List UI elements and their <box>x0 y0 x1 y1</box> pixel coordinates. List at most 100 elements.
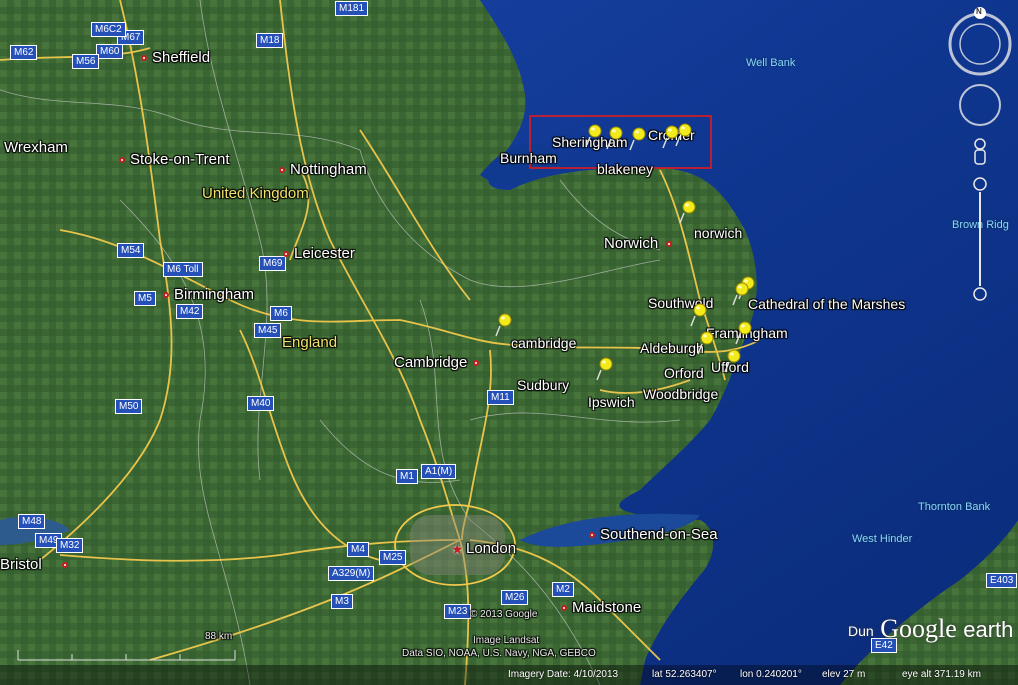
road-shield-m5: M5 <box>134 291 156 306</box>
road-shield-m56: M56 <box>72 54 100 69</box>
imagery-date: Imagery Date: 4/10/2013 <box>508 669 619 680</box>
sea-label-thornton-bank: Thornton Bank <box>918 501 991 513</box>
copyright-text: © 2013 Google <box>470 609 538 620</box>
sea-label-well-bank: Well Bank <box>746 57 796 69</box>
city-marker-icon <box>561 605 567 611</box>
elevation-readout: elev 27 m <box>822 669 866 680</box>
pushpin-icon[interactable] <box>605 125 625 151</box>
data-credits: Data SIO, NOAA, U.S. Navy, NGA, GEBCO <box>402 648 596 659</box>
compass-north-letter: N <box>976 7 982 16</box>
street-view-pegman[interactable] <box>970 138 990 170</box>
road-shield-m26: M26 <box>501 590 529 605</box>
pushpin-icon[interactable] <box>494 312 514 338</box>
road-shield-m11: M11 <box>487 390 514 405</box>
city-label-maidstone[interactable]: Maidstone <box>572 600 641 615</box>
pushpin-icon[interactable] <box>674 122 694 148</box>
city-label-cambridge[interactable]: Cambridge <box>394 355 467 370</box>
city-marker-icon <box>163 292 169 298</box>
sea-label-west-hinder: West Hinder <box>852 533 913 545</box>
city-label-norwich[interactable]: Norwich <box>604 236 658 251</box>
road-shield-m42: M42 <box>176 304 204 319</box>
road-shield-m1: M1 <box>396 469 418 484</box>
compass-icon <box>948 7 1012 76</box>
google-earth-logo: Dun Google earth <box>848 614 1013 644</box>
placemark-label-cambridge[interactable]: cambridge <box>511 336 576 350</box>
pushpin-icon[interactable] <box>696 330 716 356</box>
city-label-birmingham[interactable]: Birmingham <box>174 287 254 302</box>
placemark-label-aldeburgh[interactable]: Aldeburgh <box>640 341 704 355</box>
placemark-label-burnham[interactable]: Burnham <box>500 151 557 165</box>
logo-city-fragment: Dun <box>848 623 874 640</box>
road-shield-m3: M3 <box>331 594 353 609</box>
pushpin-icon[interactable] <box>723 348 743 374</box>
city-marker-icon <box>119 157 125 163</box>
road-shield-m18: M18 <box>256 33 284 48</box>
placemark-label-cathedral-of-the-marshes[interactable]: Cathedral of the Marshes <box>748 297 905 311</box>
placemark-label-woodbridge[interactable]: Woodbridge <box>643 387 718 401</box>
road-shield-m6: M6 <box>270 306 292 321</box>
road-shield-m60: M60 <box>96 44 124 59</box>
road-shield-m32: M32 <box>56 538 84 553</box>
road-shield-a1-m: A1(M) <box>421 464 457 479</box>
city-marker-icon <box>61 562 68 568</box>
city-marker-icon <box>589 532 595 538</box>
road-shield-m2: M2 <box>552 582 574 597</box>
pushpin-icon[interactable] <box>678 199 698 225</box>
city-marker-icon <box>141 55 147 61</box>
road-shield-m40: M40 <box>247 396 275 411</box>
region-label-england: England <box>282 334 338 351</box>
city-label-bristol[interactable]: Bristol <box>0 557 42 572</box>
road-shield-m6-toll: M6 Toll <box>163 262 203 277</box>
road-shield-m69: M69 <box>259 256 287 271</box>
placemark-label-blakeney[interactable]: blakeney <box>597 162 653 176</box>
road-shield-m50: M50 <box>115 399 143 414</box>
look-joystick[interactable] <box>958 83 1002 127</box>
city-marker-icon <box>279 167 285 173</box>
placemark-label-orford[interactable]: Orford <box>664 366 704 380</box>
logo-product: earth <box>963 617 1014 642</box>
zoom-slider-icon <box>973 177 987 301</box>
city-label-sheffield[interactable]: Sheffield <box>152 50 210 65</box>
pushpin-icon[interactable] <box>628 126 648 152</box>
latitude-readout: lat 52.263407° <box>652 669 717 680</box>
city-label-wrexham[interactable]: Wrexham <box>4 140 68 155</box>
look-joystick-icon <box>959 84 1001 126</box>
zoom-slider[interactable] <box>972 176 988 302</box>
compass-control[interactable]: N <box>948 6 1012 76</box>
placemark-label-norwich[interactable]: norwich <box>694 226 742 240</box>
road-shield-a329-m: A329(M) <box>328 566 375 581</box>
placemark-label-ipswich[interactable]: Ipswich <box>588 395 635 409</box>
status-bar: Imagery Date: 4/10/2013 lat 52.263407° l… <box>0 665 1018 685</box>
pushpin-icon[interactable] <box>595 356 615 382</box>
city-label-stoke-on-trent[interactable]: Stoke-on-Trent <box>130 152 230 167</box>
scale-label: 88 km <box>205 631 233 642</box>
region-label-united-kingdom: United Kingdom <box>202 185 309 202</box>
road-shield-m48: M48 <box>18 514 46 529</box>
imagery-provider: Image Landsat <box>473 635 540 646</box>
city-label-london[interactable]: London <box>466 541 516 556</box>
road-shield-m4: M4 <box>347 542 369 557</box>
road-shield-m6c2: M6C2 <box>91 22 126 37</box>
road-shield-m45: M45 <box>254 323 282 338</box>
pushpin-icon[interactable] <box>734 320 754 346</box>
road-shield-e403: E403 <box>986 573 1018 588</box>
pushpin-icon[interactable] <box>584 123 604 149</box>
city-label-nottingham[interactable]: Nottingham <box>290 162 367 177</box>
longitude-readout: lon 0.240201° <box>740 669 802 680</box>
placemark-label-sudbury[interactable]: Sudbury <box>517 378 569 392</box>
pushpin-icon[interactable] <box>689 302 709 328</box>
satellite-map[interactable] <box>0 0 1018 685</box>
capital-marker-icon: ★ <box>451 541 464 557</box>
road-shield-m23: M23 <box>444 604 472 619</box>
pegman-icon <box>974 138 986 165</box>
pushpin-icon[interactable] <box>731 281 751 307</box>
city-label-southend-on-sea[interactable]: Southend-on-Sea <box>600 527 718 542</box>
eye-altitude-readout: eye alt 371.19 km <box>902 669 981 680</box>
city-label-leicester[interactable]: Leicester <box>294 246 355 261</box>
road-shield-m181: M181 <box>335 1 369 16</box>
road-shield-m62: M62 <box>10 45 38 60</box>
road-shield-m54: M54 <box>117 243 145 258</box>
city-marker-icon <box>665 241 672 247</box>
city-marker-icon <box>283 251 289 257</box>
city-marker-icon <box>472 360 479 366</box>
